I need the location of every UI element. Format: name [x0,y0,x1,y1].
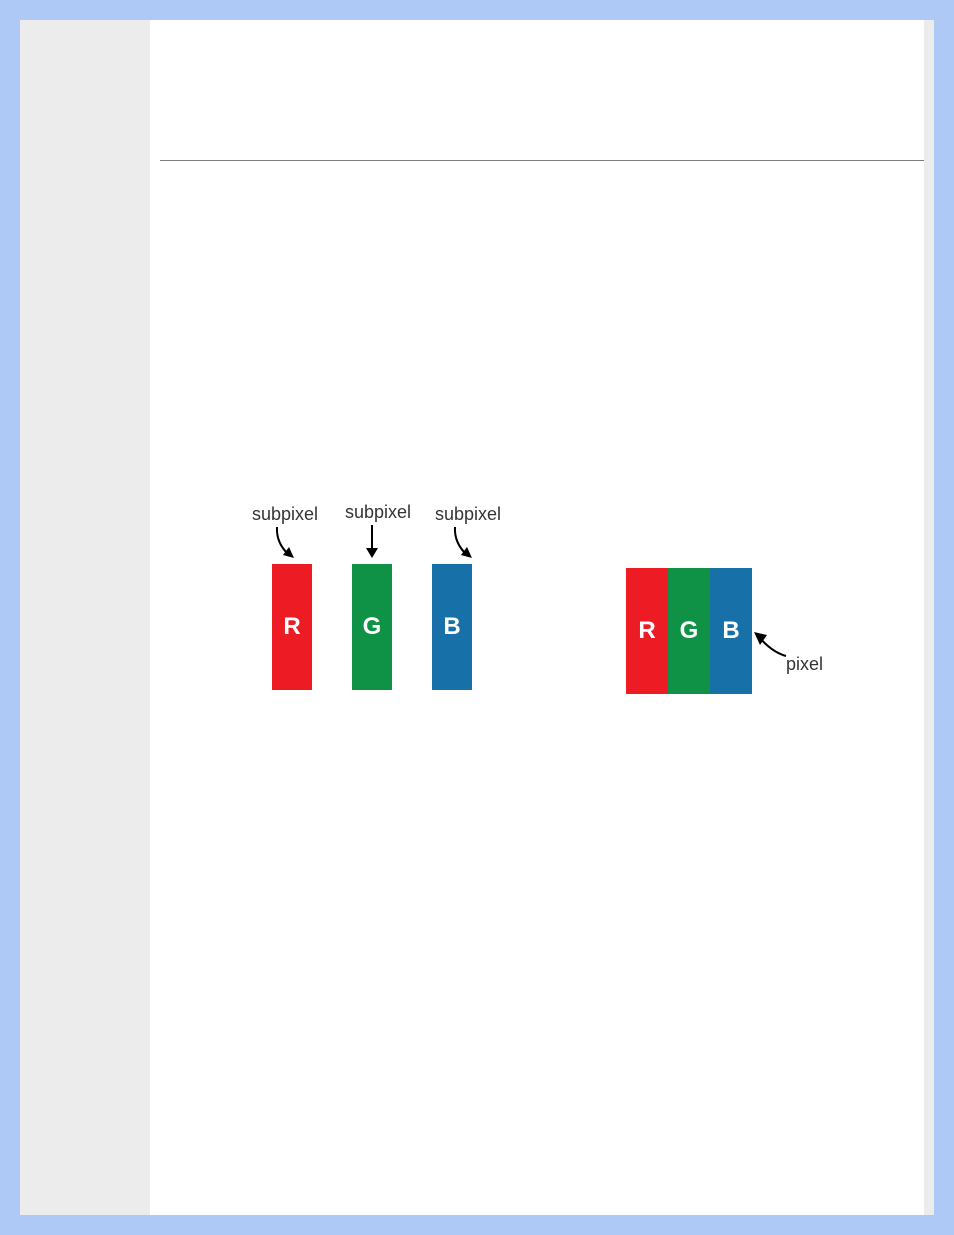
left-gutter [20,20,150,1215]
right-gutter [924,20,934,1215]
label-subpixel-b: subpixel [435,504,501,525]
letter-r: R [638,617,655,645]
subpixel-bar-red: R [272,564,312,690]
subpixel-bar-green: G [352,564,392,690]
pixel-group: R G B [626,568,752,694]
letter-b: B [722,617,739,645]
rgb-subpixel-diagram: subpixel subpixel subpixel R G B R G B [160,170,924,770]
pixel-cell-red: R [626,568,668,694]
subpixel-bar-blue: B [432,564,472,690]
label-subpixel-g: subpixel [345,502,411,523]
label-subpixel-r: subpixel [252,504,318,525]
letter-g: G [680,617,699,645]
pixel-cell-green: G [668,568,710,694]
arrow-down-icon [272,525,302,560]
letter-b: B [443,613,460,641]
arrow-down-icon [450,525,480,560]
letter-r: R [283,613,300,641]
label-pixel: pixel [786,654,823,675]
header-divider [160,160,924,161]
arrow-down-icon [364,523,384,560]
arrow-left-icon [752,630,790,660]
pixel-cell-blue: B [710,568,752,694]
letter-g: G [363,613,382,641]
